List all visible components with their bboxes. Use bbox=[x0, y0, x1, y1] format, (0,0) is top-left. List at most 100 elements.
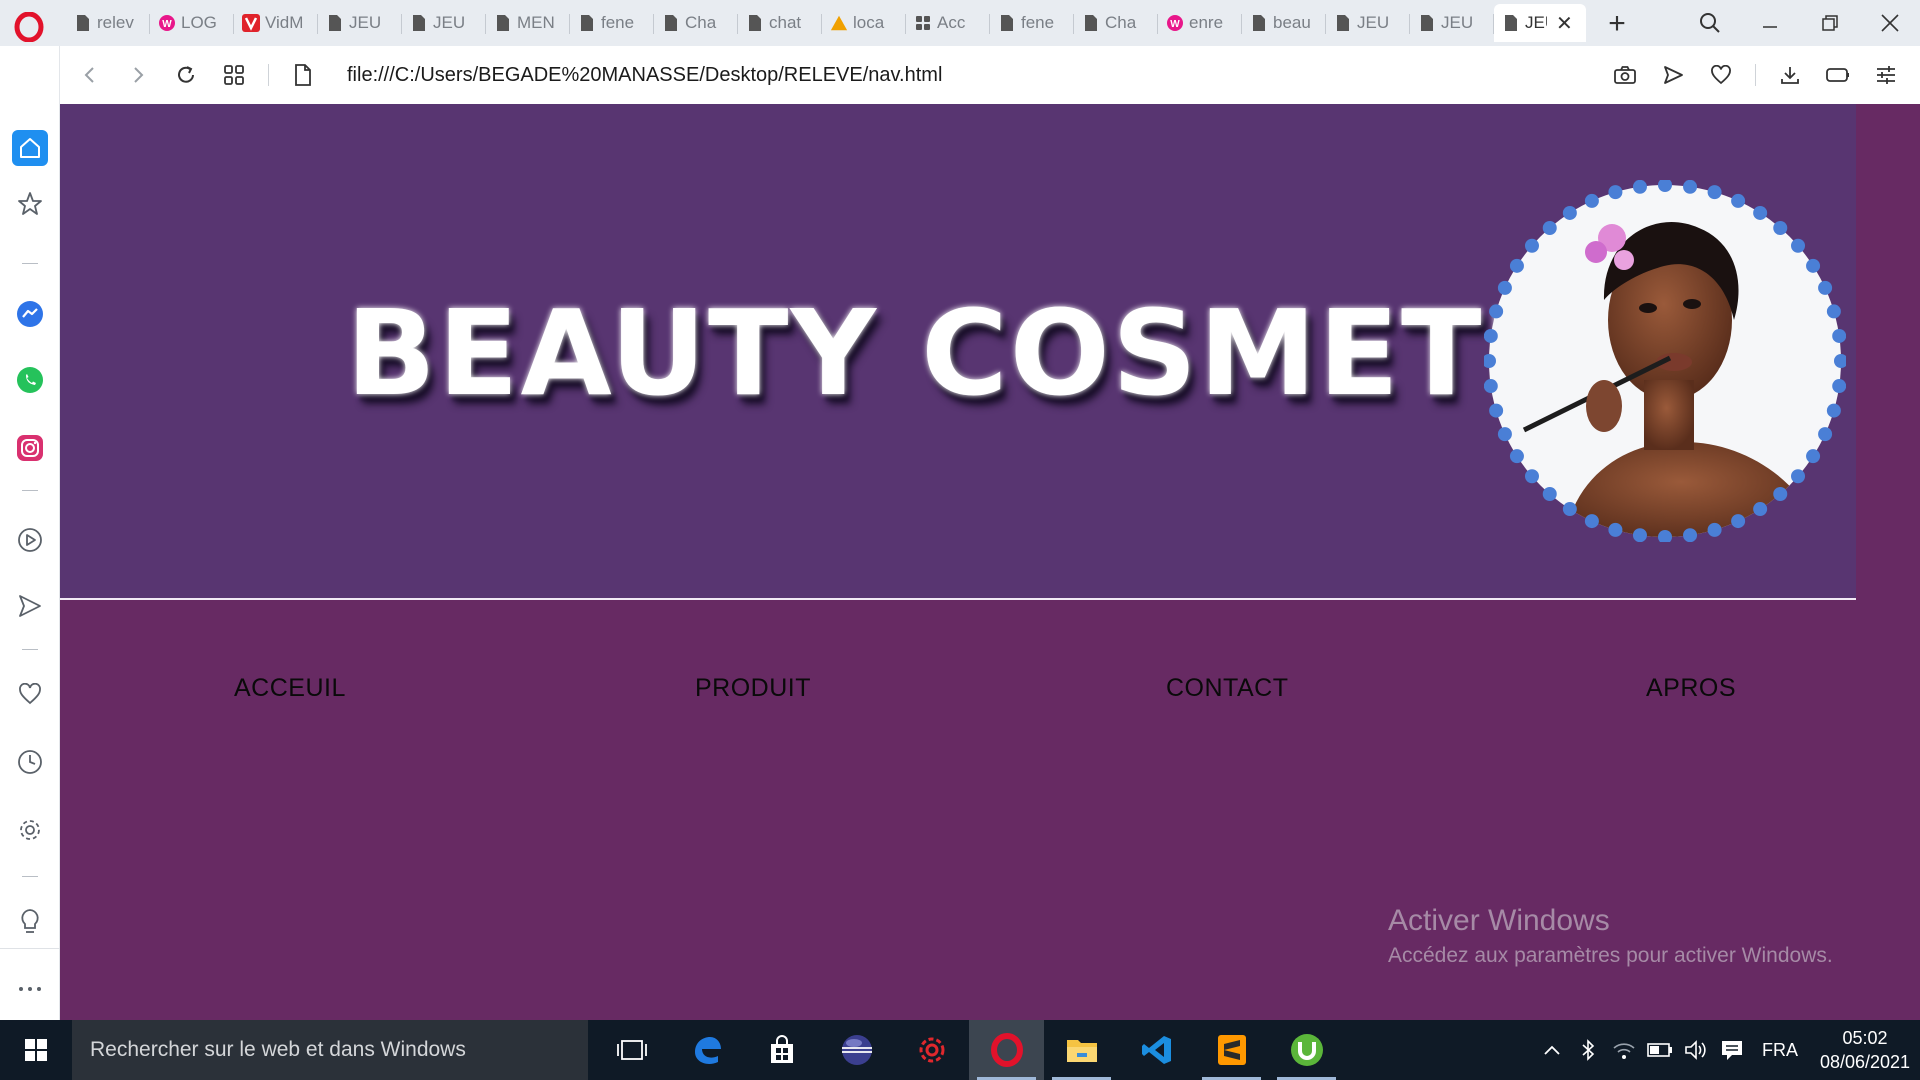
tab-search-button[interactable] bbox=[1680, 0, 1740, 46]
tab[interactable]: beau bbox=[1242, 4, 1326, 42]
snapshot-button[interactable] bbox=[1601, 51, 1649, 99]
sidebar-whatsapp[interactable] bbox=[12, 362, 48, 398]
forward-button[interactable] bbox=[114, 51, 162, 99]
battery-saver-button[interactable] bbox=[1814, 51, 1862, 99]
nav-apros[interactable]: APROS bbox=[1646, 674, 1736, 703]
frame-dot bbox=[1753, 502, 1768, 517]
close-tab-icon[interactable]: ✕ bbox=[1556, 11, 1573, 36]
nav-acceuil[interactable]: ACCEUIL bbox=[234, 674, 346, 703]
nav-produit[interactable]: PRODUIT bbox=[695, 674, 811, 703]
tab[interactable]: JEU bbox=[318, 4, 402, 42]
tab-active[interactable]: JEU ✕ bbox=[1494, 4, 1586, 42]
tab[interactable]: JEU bbox=[1410, 4, 1494, 42]
tab-label: Cha bbox=[1105, 13, 1137, 32]
taskbar-file-explorer[interactable] bbox=[1044, 1020, 1119, 1080]
taskbar-store[interactable] bbox=[744, 1020, 819, 1080]
document-icon bbox=[326, 14, 344, 32]
tab[interactable]: fene bbox=[570, 4, 654, 42]
frame-dot bbox=[1683, 180, 1698, 194]
tab-label: VidM bbox=[265, 13, 304, 32]
divider-line bbox=[60, 598, 1856, 600]
pma-icon bbox=[830, 14, 848, 32]
heart-icon bbox=[19, 683, 41, 705]
tab[interactable]: JEU bbox=[402, 4, 486, 42]
document-icon bbox=[1502, 14, 1520, 32]
tab[interactable]: fene bbox=[990, 4, 1074, 42]
new-tab-button[interactable]: + bbox=[1600, 7, 1634, 41]
sidebar-player[interactable] bbox=[12, 522, 48, 558]
taskbar-vscode[interactable] bbox=[1119, 1020, 1194, 1080]
frame-dot bbox=[1542, 220, 1557, 235]
tray-overflow-button[interactable] bbox=[1534, 1020, 1570, 1080]
tray-volume[interactable] bbox=[1678, 1020, 1714, 1080]
reload-button[interactable] bbox=[162, 51, 210, 99]
input-language[interactable]: FRA bbox=[1762, 1040, 1798, 1061]
tray-action-center[interactable] bbox=[1714, 1020, 1750, 1080]
tab[interactable]: MEN bbox=[486, 4, 570, 42]
taskbar-utorrent[interactable] bbox=[1269, 1020, 1344, 1080]
sidebar-messenger[interactable] bbox=[12, 296, 48, 332]
tab-label: Cha bbox=[685, 13, 717, 32]
task-view-button[interactable] bbox=[594, 1020, 669, 1080]
sidebar-settings[interactable] bbox=[12, 812, 48, 848]
minimize-button[interactable] bbox=[1740, 0, 1800, 46]
window-controls bbox=[1680, 0, 1920, 46]
bookmark-button[interactable] bbox=[1697, 51, 1745, 99]
page-info-button[interactable] bbox=[279, 51, 327, 99]
lightbulb-icon bbox=[21, 909, 39, 933]
tab[interactable]: Acc bbox=[906, 4, 990, 42]
address-actions bbox=[1601, 51, 1910, 99]
close-window-button[interactable] bbox=[1860, 0, 1920, 46]
play-icon bbox=[18, 528, 42, 552]
model-portrait-image bbox=[1484, 180, 1846, 542]
sidebar-instagram[interactable] bbox=[12, 430, 48, 466]
tray-battery[interactable] bbox=[1642, 1020, 1678, 1080]
frame-dot bbox=[1753, 205, 1768, 220]
downloads-button[interactable] bbox=[1766, 51, 1814, 99]
clock-icon bbox=[18, 750, 42, 774]
tab[interactable]: chat bbox=[738, 4, 822, 42]
sidebar-home[interactable] bbox=[12, 130, 48, 166]
sidebar-more-button[interactable] bbox=[12, 971, 48, 1007]
start-button[interactable] bbox=[0, 1020, 72, 1080]
sidebar-news[interactable] bbox=[12, 904, 48, 940]
tray-network[interactable] bbox=[1606, 1020, 1642, 1080]
tab[interactable]: loca bbox=[822, 4, 906, 42]
pinned-apps bbox=[594, 1020, 1344, 1080]
restore-button[interactable] bbox=[1800, 0, 1860, 46]
tray-bluetooth[interactable] bbox=[1570, 1020, 1606, 1080]
tab[interactable]: Cha bbox=[1074, 4, 1158, 42]
taskbar-opera[interactable] bbox=[969, 1020, 1044, 1080]
taskbar-sublime-text[interactable] bbox=[1194, 1020, 1269, 1080]
taskbar-edge[interactable] bbox=[669, 1020, 744, 1080]
url-field[interactable]: file:///C:/Users/BEGADE%20MANASSE/Deskto… bbox=[347, 64, 942, 87]
frame-dot bbox=[1584, 193, 1599, 208]
tab[interactable]: VidM bbox=[234, 4, 318, 42]
sidebar-my-flow[interactable] bbox=[12, 588, 48, 624]
opera-logo-icon[interactable] bbox=[14, 12, 44, 42]
tab[interactable]: JEU bbox=[1326, 4, 1410, 42]
taskbar-app-red[interactable] bbox=[894, 1020, 969, 1080]
send-button[interactable] bbox=[1649, 51, 1697, 99]
taskbar-eclipse[interactable] bbox=[819, 1020, 894, 1080]
home-icon bbox=[20, 138, 40, 158]
nav-contact[interactable]: CONTACT bbox=[1166, 674, 1288, 703]
sidebar-bookmarks[interactable] bbox=[12, 676, 48, 712]
document-icon bbox=[74, 14, 92, 32]
toolbar-divider bbox=[268, 64, 269, 86]
tab[interactable]: Wenre bbox=[1158, 4, 1242, 42]
back-button[interactable] bbox=[66, 51, 114, 99]
sidebar-divider bbox=[22, 649, 38, 650]
tabs-overview-button[interactable] bbox=[210, 51, 258, 99]
sidebar-speed-dial[interactable] bbox=[12, 186, 48, 222]
tab[interactable]: Cha bbox=[654, 4, 738, 42]
tab[interactable]: relev bbox=[66, 4, 150, 42]
restore-icon bbox=[1822, 15, 1838, 31]
tab[interactable]: W LOG bbox=[150, 4, 234, 42]
easy-setup-button[interactable] bbox=[1862, 51, 1910, 99]
taskbar-clock[interactable]: 05:02 08/06/2021 bbox=[1810, 1026, 1920, 1074]
tab-label: enre bbox=[1189, 13, 1224, 32]
taskbar-search-field[interactable]: Rechercher sur le web et dans Windows bbox=[72, 1020, 588, 1080]
sidebar-history[interactable] bbox=[12, 744, 48, 780]
settings-sliders-icon bbox=[1877, 66, 1895, 84]
